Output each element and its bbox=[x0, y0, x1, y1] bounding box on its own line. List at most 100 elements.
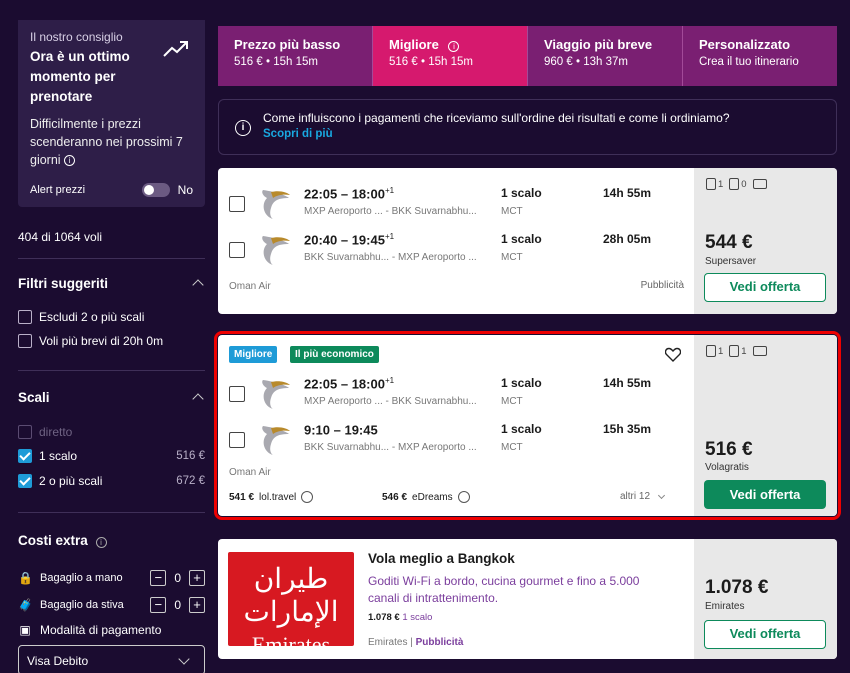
ad-title: Vola meglio a Bangkok bbox=[368, 551, 515, 566]
price: 544 € bbox=[705, 232, 753, 253]
tab-cheapest[interactable]: Prezzo più basso 516 € • 15h 15m bbox=[218, 26, 373, 86]
checkbox bbox=[18, 425, 32, 439]
result-card-highlighted[interactable]: Migliore Il più economico 22:05 – 18:00+… bbox=[214, 331, 841, 520]
checked-bag-icon: 0 bbox=[729, 178, 747, 190]
airline-name: Oman Air bbox=[229, 467, 271, 478]
flight-leg: 20:40 – 19:45+1 BKK Suvarnabhu... - MXP … bbox=[229, 228, 689, 268]
increment-button[interactable]: + bbox=[189, 570, 205, 586]
divider bbox=[18, 258, 205, 259]
extra-costs-title: Costi extra i bbox=[18, 533, 107, 548]
advice-headline: Ora è un ottimo momento per prenotare bbox=[30, 49, 130, 104]
flight-leg: 22:05 – 18:00+1 MXP Aeroporto ... - BKK … bbox=[229, 372, 689, 412]
badge-cheapest: Il più economico bbox=[290, 346, 379, 363]
view-offer-button[interactable]: Vedi offerta bbox=[704, 480, 826, 509]
medal-icon bbox=[457, 491, 470, 503]
info-icon[interactable]: i bbox=[448, 41, 460, 52]
checked-bag-stepper: − 0 + bbox=[150, 597, 205, 613]
price: 516 € bbox=[705, 439, 753, 460]
price-alert-label: Alert prezzi bbox=[30, 184, 86, 196]
sort-tabs: Prezzo più basso 516 € • 15h 15m Miglior… bbox=[218, 26, 837, 86]
stops-direct: diretto bbox=[18, 425, 205, 439]
ranking-info-text: Come influiscono i pagamenti che ricevia… bbox=[263, 111, 730, 125]
stops-one[interactable]: 1 scalo 516 € bbox=[18, 449, 205, 463]
carry-on-stepper: − 0 + bbox=[150, 570, 205, 586]
carry-on-bag-row: 🔒 Bagaglio a mano − 0 + bbox=[18, 570, 205, 586]
checkbox[interactable] bbox=[18, 474, 32, 488]
baggage-info: 1 0 bbox=[706, 178, 767, 190]
alt-offer[interactable]: 541 € lol.travel bbox=[229, 491, 314, 503]
filter-exclude-2-stops[interactable]: Escludi 2 o più scali bbox=[18, 310, 205, 324]
sponsored-label: Pubblicità bbox=[640, 280, 684, 291]
increment-button[interactable]: + bbox=[189, 597, 205, 613]
price-alert-row: Alert prezzi No bbox=[30, 183, 193, 197]
chevron-down-icon bbox=[178, 653, 190, 665]
checkbox[interactable] bbox=[229, 196, 245, 212]
provider-name: Volagratis bbox=[705, 462, 749, 473]
price-alert-state: No bbox=[177, 183, 193, 197]
airline-name: Oman Air bbox=[229, 281, 271, 292]
tab-custom[interactable]: Personalizzato Crea il tuo itinerario bbox=[683, 26, 837, 86]
suggested-filters-title: Filtri suggeriti bbox=[18, 276, 109, 291]
tab-shortest[interactable]: Viaggio più breve 960 € • 13h 37m bbox=[528, 26, 683, 86]
provider-name: Supersaver bbox=[705, 256, 757, 267]
more-offers-link[interactable]: altri 12 bbox=[620, 491, 666, 502]
ranking-info-box: i Come influiscono i pagamenti che ricev… bbox=[218, 99, 837, 155]
checkbox[interactable] bbox=[18, 310, 32, 324]
result-card[interactable]: 22:05 – 18:00+1 MXP Aeroporto ... - BKK … bbox=[218, 168, 837, 314]
oman-air-logo bbox=[262, 236, 290, 265]
decrement-button[interactable]: − bbox=[150, 570, 167, 586]
tab-best[interactable]: Migliore i 516 € • 15h 15m bbox=[373, 26, 528, 86]
checkbox[interactable] bbox=[229, 242, 245, 258]
learn-more-link[interactable]: Scopri di più bbox=[263, 128, 822, 140]
info-icon[interactable]: i bbox=[95, 537, 107, 548]
checked-bag-icon: 1 bbox=[729, 345, 747, 357]
price-alert-toggle[interactable] bbox=[141, 183, 170, 197]
carry-on-bag-icon: 1 bbox=[706, 178, 723, 190]
results-count: 404 di 1064 voli bbox=[18, 230, 103, 244]
trend-up-icon bbox=[163, 41, 188, 57]
credit-card-icon bbox=[752, 345, 767, 357]
carry-on-bag-icon: 1 bbox=[706, 345, 723, 357]
advice-description: Difficilmente i prezzi scenderanno nei p… bbox=[30, 117, 183, 167]
sponsored-ad-card[interactable]: طيران الإمارات Emirates Vola meglio a Ba… bbox=[218, 539, 837, 659]
chevron-up-icon[interactable] bbox=[192, 393, 204, 405]
price-advice-box: Il nostro consiglio Ora è un ottimo mome… bbox=[18, 20, 205, 207]
ad-price-line: 1.078 € 1 scalo bbox=[368, 612, 433, 623]
stops-two-plus[interactable]: 2 o più scali 672 € bbox=[18, 474, 205, 488]
ad-footer: Emirates | Pubblicità bbox=[368, 637, 464, 648]
chevron-down-icon bbox=[657, 491, 666, 499]
badge-best: Migliore bbox=[229, 346, 278, 363]
price-panel: 1 1 516 € Volagratis Vedi offerta bbox=[694, 335, 837, 516]
baggage-info: 1 1 bbox=[706, 345, 767, 357]
view-offer-button[interactable]: Vedi offerta bbox=[704, 273, 826, 302]
payment-method-row: ▣ Modalità di pagamento bbox=[19, 623, 162, 637]
price-panel: 1 0 544 € Supersaver Vedi offerta bbox=[694, 168, 837, 314]
divider bbox=[18, 512, 205, 513]
oman-air-logo bbox=[262, 426, 290, 455]
heart-icon[interactable] bbox=[665, 347, 681, 362]
checkbox[interactable] bbox=[229, 432, 245, 448]
alt-offer[interactable]: 546 € eDreams bbox=[382, 491, 470, 503]
carry-on-bag-icon: 🔒 bbox=[18, 571, 33, 585]
checked-bag-icon: 🧳 bbox=[18, 598, 33, 612]
provider-name: Emirates bbox=[705, 601, 745, 612]
oman-air-logo bbox=[262, 190, 290, 219]
info-icon[interactable]: i bbox=[64, 155, 76, 167]
oman-air-logo bbox=[262, 380, 290, 409]
checked-bag-row: 🧳 Bagaglio da stiva − 0 + bbox=[18, 597, 205, 613]
info-icon: i bbox=[235, 120, 251, 136]
filter-shorter-than[interactable]: Voli più brevi di 20h 0m bbox=[18, 334, 205, 348]
ad-description: Goditi Wi-Fi a bordo, cucina gourmet e f… bbox=[368, 574, 640, 605]
price-panel: 1.078 € Emirates Vedi offerta bbox=[694, 539, 837, 659]
chevron-up-icon[interactable] bbox=[192, 279, 204, 291]
payment-method-select[interactable]: Visa Debito bbox=[18, 645, 205, 673]
checkbox[interactable] bbox=[18, 334, 32, 348]
decrement-button[interactable]: − bbox=[150, 597, 167, 613]
credit-card-icon bbox=[752, 178, 767, 190]
checkbox[interactable] bbox=[229, 386, 245, 402]
emirates-logo: طيران الإمارات Emirates bbox=[228, 552, 354, 657]
price: 1.078 € bbox=[705, 577, 769, 598]
checkbox[interactable] bbox=[18, 449, 32, 463]
flight-leg: 22:05 – 18:00+1 MXP Aeroporto ... - BKK … bbox=[229, 182, 689, 222]
view-offer-button[interactable]: Vedi offerta bbox=[704, 620, 826, 649]
